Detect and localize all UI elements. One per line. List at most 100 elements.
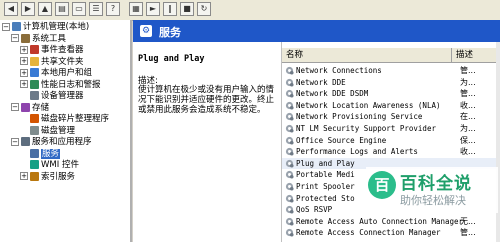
pane-title: 服务 — [159, 26, 181, 39]
column-header-description[interactable]: 描述 — [452, 48, 500, 63]
up-button[interactable]: ▲ — [38, 2, 52, 16]
services-icon — [21, 137, 30, 146]
tree-item[interactable]: 设备管理器 — [20, 91, 84, 102]
chart-icon — [30, 79, 39, 89]
computer-icon — [12, 22, 21, 31]
service-name-cell: Network Location Awareness (NLA) — [296, 100, 441, 110]
pane-header: ⚙ 服务 — [133, 20, 500, 42]
gear-icon — [285, 229, 294, 237]
forward-button[interactable]: ▶ — [21, 2, 35, 16]
tree-item[interactable]: − 服务和应用程序 — [11, 137, 92, 148]
tree-item[interactable]: − 系统工具 — [11, 33, 67, 45]
watermark: 百 百科全说 助你轻松解决 — [366, 167, 498, 213]
gear-icon — [285, 90, 294, 98]
expand-icon[interactable]: + — [20, 57, 28, 65]
gear-icon — [285, 78, 294, 87]
tree-item[interactable]: 磁盘管理 — [20, 125, 75, 137]
tree-item[interactable]: + 共享文件夹 — [20, 56, 84, 68]
folder-icon — [30, 56, 39, 66]
gear-icon — [285, 113, 294, 121]
back-button[interactable]: ◀ — [4, 2, 18, 16]
view-button[interactable]: ▦ — [129, 2, 143, 16]
service-row[interactable]: Performance Logs and Alerts 收... — [282, 146, 500, 157]
play-button[interactable]: ► — [146, 2, 160, 16]
service-row[interactable]: Remote Access Auto Connection Manager 无..… — [282, 216, 500, 227]
tree-item[interactable]: + 本地用户和组 — [20, 68, 92, 79]
service-row[interactable]: Network DDE 为... — [282, 77, 500, 88]
tree-item[interactable]: 服务 — [20, 148, 61, 160]
service-name-cell: Plug and Play — [296, 158, 355, 168]
collapse-icon[interactable]: − — [11, 137, 19, 146]
gear-icon — [285, 66, 294, 75]
expand-icon[interactable]: + — [20, 45, 28, 54]
service-row[interactable]: Network Provisioning Service 在... — [282, 111, 500, 122]
tree-item-label: 本地用户和组 — [41, 68, 93, 78]
up-icon: ▲ — [41, 4, 49, 13]
expand-icon — [20, 149, 28, 157]
service-row[interactable]: Network Connections 管... — [282, 65, 500, 76]
expand-icon[interactable]: + — [20, 68, 28, 77]
expand-icon — [20, 161, 28, 169]
expand-icon — [20, 126, 28, 134]
service-name-cell: Network DDE DSDM — [296, 89, 369, 99]
tree-item[interactable]: 磁盘碎片整理程序 — [20, 114, 109, 125]
tree-item[interactable]: + 索引服务 — [20, 171, 75, 183]
collapse-icon[interactable]: − — [11, 103, 19, 111]
service-name: Plug and Play — [138, 54, 205, 64]
service-description-cell: 为... — [460, 124, 476, 133]
gear-icon — [285, 124, 294, 133]
storage-icon — [21, 102, 30, 112]
services-icon: ⚙ — [140, 25, 152, 37]
service-row[interactable]: NT LM Security Support Provider 为... — [282, 123, 500, 134]
gear-icon — [285, 182, 294, 191]
help-button[interactable]: ? — [106, 2, 120, 16]
stop-button[interactable]: ■ — [180, 2, 194, 16]
restart-button[interactable]: ↻ — [197, 2, 211, 16]
tree-item-label: 系统工具 — [32, 33, 67, 44]
pause-button[interactable]: ‖ — [163, 2, 177, 16]
service-description-cell: 为... — [460, 77, 476, 87]
watermark-logo: 百 — [368, 171, 396, 199]
expand-icon[interactable]: + — [20, 80, 28, 88]
service-name-cell: Office Source Engine — [296, 135, 387, 145]
service-name-cell: Network Connections — [296, 66, 382, 75]
tree-item[interactable]: + 性能日志和警报 — [20, 79, 101, 91]
tree-item-label: 存储 — [32, 102, 50, 113]
expand-icon[interactable]: + — [20, 172, 28, 180]
forward-icon: ▶ — [24, 4, 32, 13]
column-header-name[interactable]: 名称 — [282, 48, 452, 63]
gear-icon — [285, 136, 294, 145]
gear-icon — [285, 171, 294, 179]
properties-button[interactable]: ☰ — [89, 2, 103, 16]
tree-item[interactable]: − 存储 — [11, 102, 50, 114]
service-name-cell: NT LM Security Support Provider — [296, 124, 436, 133]
event-icon — [30, 45, 39, 54]
service-name-cell: Portable Medi — [296, 170, 355, 180]
service-row[interactable]: Network DDE DSDM 管... — [282, 88, 500, 99]
help-icon: ? — [110, 4, 116, 13]
service-description-cell: 管... — [460, 66, 476, 75]
service-row[interactable]: Remote Access Connection Manager 管... — [282, 227, 500, 238]
tree-item[interactable]: + 事件查看器 — [20, 45, 84, 56]
console-tree[interactable]: − 计算机管理(本地) − 系统工具 + 事件查看器 + 共享文件夹 + 本地用户和组 + 性能日志和… — [0, 20, 132, 242]
tree-item[interactable]: WMI 控件 — [20, 160, 79, 171]
service-name-cell: Remote Access Auto Connection Manager — [296, 216, 464, 226]
service-description-cell: 收... — [460, 100, 476, 110]
service-row[interactable]: Office Source Engine 保... — [282, 135, 500, 146]
service-name-cell: Protected Sto — [296, 193, 355, 203]
gear-icon — [285, 206, 294, 214]
folder-button[interactable]: ▭ — [72, 2, 86, 16]
users-icon — [30, 68, 39, 77]
tree-item-label: 性能日志和警报 — [41, 79, 101, 90]
show-hide-button[interactable]: ▤ — [55, 2, 69, 16]
tree-item[interactable]: − 计算机管理(本地) — [2, 22, 89, 33]
service-description-cell: 管... — [460, 89, 476, 99]
gear-icon — [285, 194, 294, 203]
collapse-icon[interactable]: − — [11, 34, 19, 42]
expand-icon — [20, 92, 28, 100]
tree-item-label: WMI 控件 — [41, 160, 79, 170]
tree-item-label: 事件查看器 — [41, 45, 84, 55]
description-panel: Plug and Play 描述: 使计算机在极少或没有用户输入的情况下能识别并… — [133, 42, 282, 242]
service-row[interactable]: Network Location Awareness (NLA) 收... — [282, 100, 500, 111]
collapse-icon[interactable]: − — [2, 22, 10, 31]
